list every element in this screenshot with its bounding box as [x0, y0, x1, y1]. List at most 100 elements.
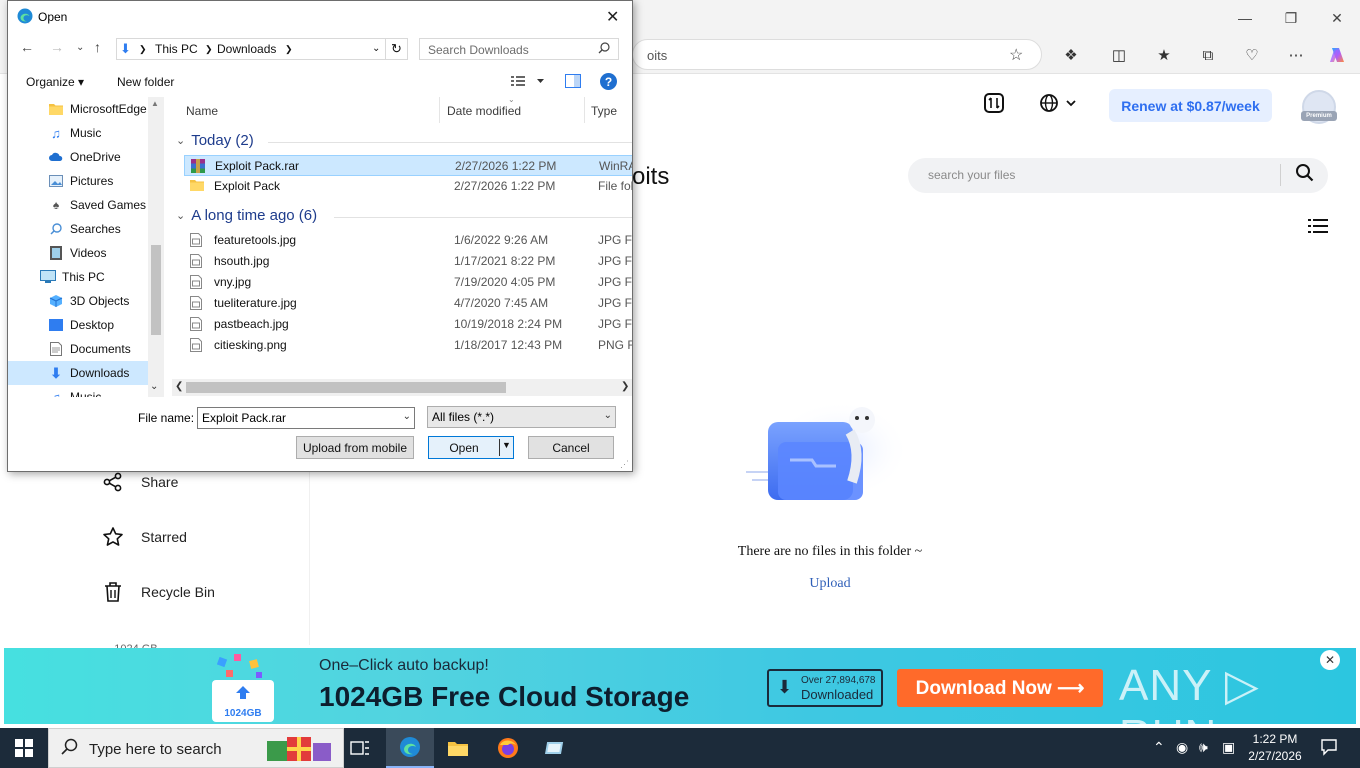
up-arrow-icon[interactable]: ↑ [94, 39, 101, 55]
file-search-box[interactable]: search your files [908, 158, 1328, 193]
sidebar-item-onedrive[interactable]: OneDrive [8, 145, 148, 169]
sidebar-item-searches[interactable]: Searches [8, 217, 148, 241]
new-folder-button[interactable]: New folder [117, 75, 174, 89]
sidebar-item-downloads[interactable]: ⬇ Downloads [8, 361, 148, 385]
chevron-down-icon[interactable]: ⌄ [372, 43, 380, 54]
list-view-icon[interactable] [1308, 217, 1328, 235]
chevron-right-icon[interactable]: ❯ [205, 44, 213, 55]
preview-pane-icon[interactable] [565, 74, 581, 91]
split-dropdown-icon[interactable]: ▼ [502, 440, 511, 450]
file-explorer-icon[interactable] [434, 728, 482, 768]
meet-now-icon[interactable]: ◉ [1176, 739, 1188, 756]
restore-button[interactable]: ❐ [1268, 0, 1314, 36]
help-icon[interactable]: ? [600, 73, 617, 90]
upload-link[interactable]: Upload [640, 576, 1020, 592]
file-row[interactable]: Exploit Pack 2/27/2026 1:22 PM File fold [184, 176, 632, 197]
file-row[interactable]: citiesking.png 1/18/2017 12:43 PM PNG File [184, 335, 632, 356]
sidebar-item-desktop[interactable]: Desktop [8, 313, 148, 337]
network-icon[interactable]: ▣ [1222, 739, 1235, 756]
tray-overflow-icon[interactable]: ⌃ [1153, 739, 1165, 756]
favorites-icon[interactable]: ★ [1152, 43, 1176, 67]
organize-menu[interactable]: Organize ▾ [26, 75, 84, 89]
chevron-down-icon[interactable]: ⌄ [176, 209, 185, 222]
file-row[interactable]: Exploit Pack.rar 2/27/2026 1:22 PM WinRAR [184, 155, 632, 176]
search-icon[interactable] [1295, 163, 1315, 188]
column-divider[interactable] [584, 97, 585, 123]
forward-arrow-icon[interactable]: → [50, 39, 64, 55]
scroll-down-icon[interactable]: ⌄ [150, 381, 158, 392]
group-header[interactable]: ⌄ A long time ago (6) [176, 207, 317, 224]
chevron-right-icon[interactable]: ❯ [139, 44, 147, 55]
scroll-right-icon[interactable]: ❯ [621, 381, 629, 392]
system-clock[interactable]: 1:22 PM 2/27/2026 [1240, 731, 1310, 765]
split-screen-icon[interactable]: ◫ [1107, 43, 1131, 67]
browser-essentials-icon[interactable]: ♡ [1240, 43, 1264, 67]
app-taskbar-icon[interactable] [532, 728, 580, 768]
file-name-field[interactable]: Exploit Pack.rar ⌄ [197, 407, 415, 429]
task-view-icon[interactable] [336, 728, 384, 768]
search-input[interactable]: Search Downloads [419, 38, 619, 60]
nav-scroll-thumb[interactable] [151, 245, 161, 335]
sidebar-item-saved-games[interactable]: ♠ Saved Games [8, 193, 148, 217]
cancel-button[interactable]: Cancel [528, 436, 614, 459]
download-now-button[interactable]: Download Now ⟶ [897, 669, 1103, 707]
renew-button[interactable]: Renew at $0.87/week [1109, 89, 1272, 122]
sidebar-item-this-pc[interactable]: This PC [8, 265, 148, 289]
chevron-right-icon[interactable]: ❯ [285, 44, 293, 55]
extensions-icon[interactable]: ❖ [1059, 43, 1083, 67]
breadcrumb-downloads[interactable]: Downloads [217, 42, 276, 56]
firefox-icon[interactable] [484, 728, 532, 768]
language-globe-icon[interactable] [1039, 93, 1077, 118]
sidebar-item-share[interactable]: Share [102, 471, 178, 493]
file-row[interactable]: tueliterature.jpg 4/7/2020 7:45 AM JPG Fil… [184, 293, 632, 314]
upload-from-mobile-button[interactable]: Upload from mobile [296, 436, 414, 459]
file-row[interactable]: pastbeach.jpg 10/19/2018 2:24 PM JPG File [184, 314, 632, 335]
edge-taskbar-icon[interactable] [386, 728, 434, 768]
copilot-icon[interactable] [1326, 43, 1350, 67]
file-row[interactable]: hsouth.jpg 1/17/2021 8:22 PM JPG File [184, 251, 632, 272]
breadcrumb-this-pc[interactable]: This PC [155, 42, 198, 56]
transfer-icon[interactable] [984, 93, 1004, 118]
ad-close-icon[interactable]: ✕ [1320, 650, 1340, 670]
sidebar-item-music[interactable]: ♫ Music [8, 385, 148, 398]
file-row[interactable]: featuretools.jpg 1/6/2022 9:26 AM JPG File [184, 230, 632, 251]
ad-banner[interactable]: 1024GB One–Click auto backup! 1024GB Fre… [4, 648, 1356, 760]
more-menu-icon[interactable]: ⋯ [1284, 43, 1308, 67]
taskbar-search[interactable]: Type here to search [48, 728, 344, 768]
resize-grip-icon[interactable]: ⋰ [620, 459, 629, 470]
sidebar-item-starred[interactable]: Starred [102, 526, 187, 548]
scroll-up-icon[interactable]: ▲ [151, 99, 159, 108]
notifications-icon[interactable] [1320, 738, 1338, 759]
group-header[interactable]: ⌄ Today (2) [176, 132, 254, 149]
dialog-close-icon[interactable]: ✕ [606, 7, 619, 27]
horizontal-scrollbar[interactable]: ❮ ❯ [172, 379, 632, 396]
view-options-icon[interactable] [511, 74, 545, 91]
column-type[interactable]: Type [591, 104, 617, 118]
horizontal-scroll-thumb[interactable] [186, 382, 506, 393]
column-name[interactable]: Name [186, 104, 218, 118]
sidebar-item-music[interactable]: ♫ Music [8, 121, 148, 145]
sidebar-item-documents[interactable]: Documents [8, 337, 148, 361]
recent-locations-icon[interactable]: ⌄ [76, 42, 84, 53]
chevron-down-icon[interactable]: ⌄ [176, 134, 185, 147]
file-type-select[interactable]: All files (*.*) ⌄ [427, 406, 616, 428]
sidebar-item-videos[interactable]: Videos [8, 241, 148, 265]
address-bar[interactable]: oits ☆ [632, 39, 1042, 70]
sidebar-item-3d-objects[interactable]: 3D Objects [8, 289, 148, 313]
collections-icon[interactable]: ⧉ [1196, 43, 1220, 67]
column-divider[interactable] [439, 97, 440, 123]
sidebar-item-microsoftedge[interactable]: MicrosoftEdge [8, 97, 148, 121]
refresh-icon[interactable]: ↻ [391, 41, 402, 57]
scroll-left-icon[interactable]: ❮ [175, 381, 183, 392]
sidebar-item-pictures[interactable]: Pictures [8, 169, 148, 193]
back-arrow-icon[interactable]: ← [20, 39, 34, 55]
file-row[interactable]: vny.jpg 7/19/2020 4:05 PM JPG File [184, 272, 632, 293]
favorite-star-icon[interactable]: ☆ [1009, 45, 1023, 65]
minimize-button[interactable]: — [1222, 0, 1268, 36]
chevron-down-icon[interactable]: ⌄ [403, 411, 411, 422]
sidebar-item-recycle-bin[interactable]: Recycle Bin [102, 581, 215, 603]
open-button[interactable]: Open ▼ [428, 436, 514, 459]
chevron-down-icon[interactable]: ⌄ [604, 410, 612, 421]
close-window-button[interactable]: ✕ [1314, 0, 1360, 36]
column-date-modified[interactable]: Date modified [447, 104, 521, 118]
